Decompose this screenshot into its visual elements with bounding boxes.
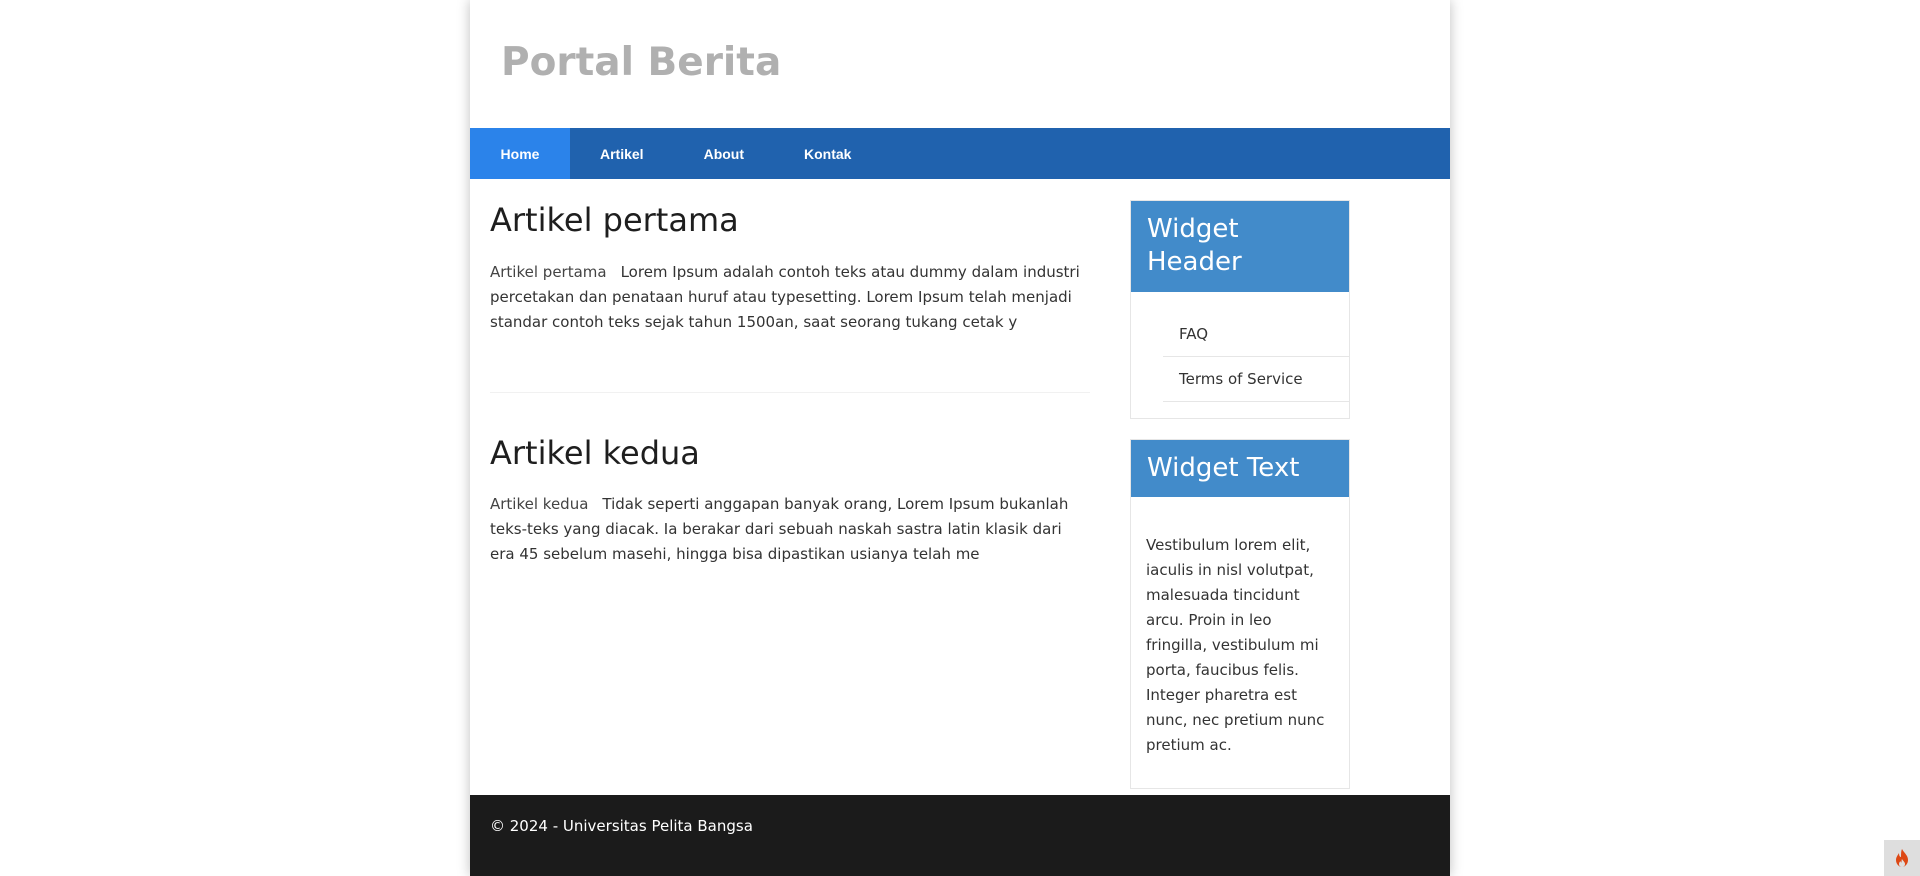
widget-text-body: Vestibulum lorem elit, iaculis in nisl v…	[1146, 535, 1325, 754]
widget-text-box: Widget Text Vestibulum lorem elit, iacul…	[1130, 438, 1350, 789]
site-header: Portal Berita	[470, 0, 1450, 128]
site-title: Portal Berita	[501, 40, 782, 85]
article-item: Artikel kedua Artikel kedua Tidak seperti…	[490, 433, 1090, 568]
article-image: Artikel pertama	[490, 262, 607, 281]
article-list: Artikel pertama Artikel pertama Lorem Ips…	[490, 200, 1090, 567]
widget-link-terms[interactable]: Terms of Service	[1163, 357, 1349, 402]
article-image: Artikel kedua	[490, 495, 589, 514]
article-divider	[490, 391, 1090, 393]
widget-header-title: Widget Header	[1131, 201, 1349, 292]
article-title[interactable]: Artikel kedua	[490, 433, 1090, 475]
widget-link-faq[interactable]: FAQ	[1163, 312, 1349, 357]
nav-item-artikel[interactable]: Artikel	[570, 128, 674, 179]
article-excerpt: Artikel kedua Tidak seperti anggapan bany…	[490, 492, 1090, 567]
nav-item-about[interactable]: About	[674, 128, 774, 179]
article-title[interactable]: Artikel pertama	[490, 200, 1090, 242]
main-navigation: Home Artikel About Kontak	[470, 128, 1450, 179]
site-footer: © 2024 - Universitas Pelita Bangsa	[470, 795, 1450, 876]
page-container: Portal Berita Home Artikel About Kontak …	[470, 0, 1450, 876]
article-excerpt: Artikel pertama Lorem Ipsum adalah contoh…	[490, 260, 1090, 335]
debug-toolbar-button[interactable]	[1884, 840, 1920, 876]
sidebar: Widget Header FAQ Terms of Service Widge…	[1130, 200, 1350, 809]
widget-link-list: FAQ Terms of Service	[1131, 292, 1349, 418]
article-item: Artikel pertama Artikel pertama Lorem Ips…	[490, 200, 1090, 335]
flame-icon	[1896, 849, 1908, 867]
footer-copyright: © 2024 - Universitas Pelita Bangsa	[490, 817, 753, 835]
nav-item-home[interactable]: Home	[470, 128, 570, 179]
nav-item-kontak[interactable]: Kontak	[774, 128, 881, 179]
widget-text-title: Widget Text	[1131, 439, 1349, 497]
widget-header-box: Widget Header FAQ Terms of Service	[1130, 200, 1350, 419]
